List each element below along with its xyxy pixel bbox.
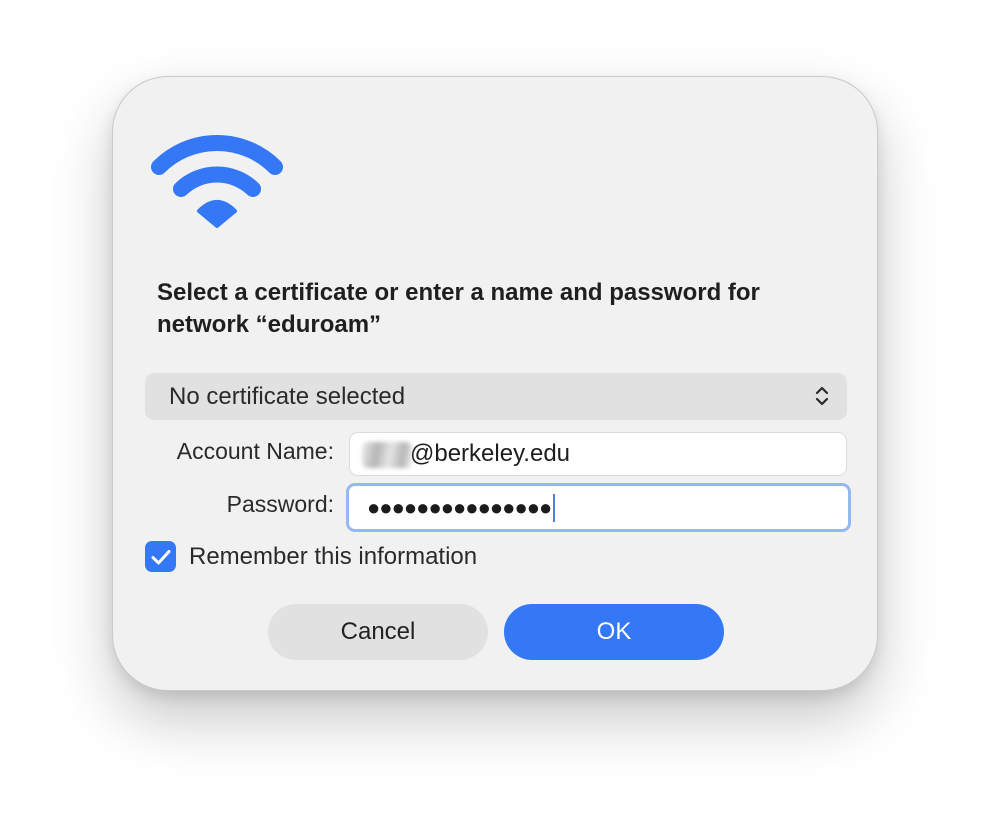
- dialog-title: Select a certificate or enter a name and…: [157, 279, 760, 338]
- ok-button[interactable]: OK: [504, 604, 724, 660]
- remember-checkbox[interactable]: [145, 541, 176, 572]
- remember-checkbox-row[interactable]: Remember this information: [145, 541, 477, 572]
- password-input[interactable]: ●●●●●●●●●●●●●●●: [346, 483, 851, 532]
- certificate-select[interactable]: No certificate selected: [145, 373, 847, 420]
- redacted-username: [362, 442, 412, 468]
- password-label: Password:: [226, 491, 334, 517]
- wifi-icon: [151, 134, 283, 228]
- account-name-input[interactable]: @berkeley.edu: [349, 432, 847, 476]
- certificate-select-value: No certificate selected: [169, 382, 406, 410]
- account-name-value: @berkeley.edu: [410, 440, 571, 467]
- account-name-label: Account Name:: [176, 438, 334, 464]
- password-masked-value: ●●●●●●●●●●●●●●●: [367, 494, 552, 520]
- text-cursor: [553, 493, 556, 522]
- network-login-dialog: Select a certificate or enter a name and…: [112, 76, 878, 691]
- chevron-up-down-icon: [815, 386, 829, 406]
- cancel-button[interactable]: Cancel: [268, 604, 488, 660]
- checkmark-icon: [151, 549, 170, 564]
- remember-label: Remember this information: [189, 542, 478, 570]
- screen: Select a certificate or enter a name and…: [0, 0, 990, 840]
